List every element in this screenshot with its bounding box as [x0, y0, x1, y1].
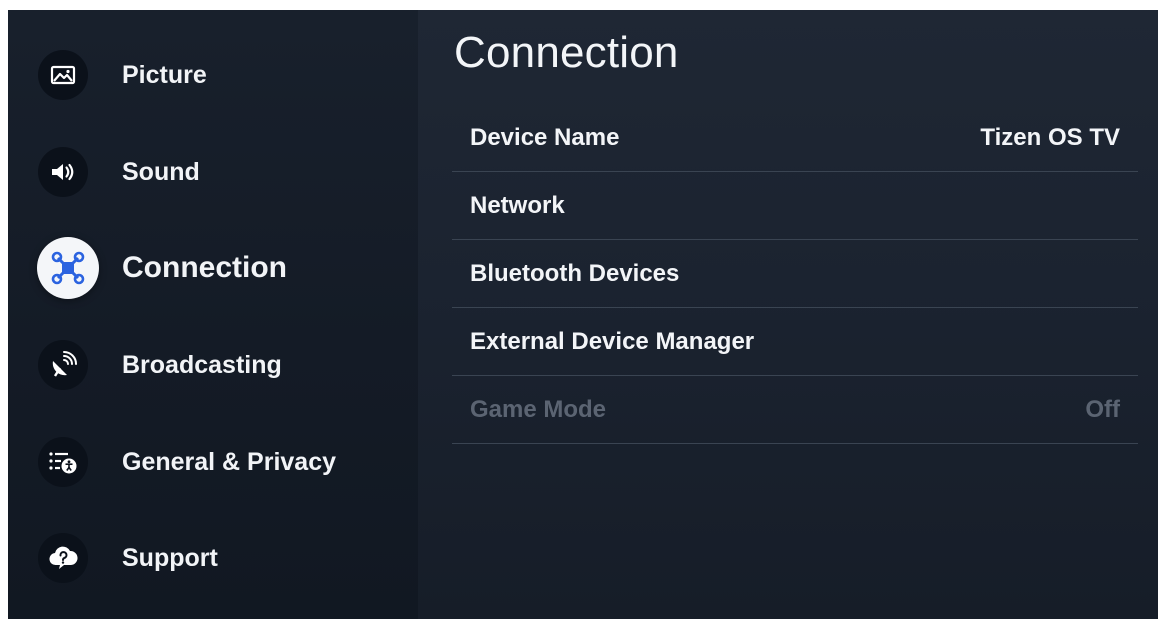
speaker-icon — [38, 147, 88, 197]
sidebar-item-label: Support — [122, 543, 218, 572]
menu-item-game-mode: Game Mode Off — [452, 376, 1138, 444]
menu-item-label: Device Name — [470, 123, 620, 151]
menu-item-value: Off — [1085, 395, 1120, 423]
tv-settings-screen: Picture Sound Connection Broadcasting Ge… — [8, 10, 1158, 619]
menu-item-value: Tizen OS TV — [980, 123, 1120, 151]
satellite-dish-icon — [38, 340, 88, 390]
sidebar-item-picture[interactable]: Picture — [38, 44, 207, 106]
sidebar-item-connection[interactable]: Connection — [37, 237, 287, 299]
menu-item-label: Network — [470, 191, 565, 219]
settings-sidebar: Picture Sound Connection Broadcasting Ge… — [8, 10, 418, 619]
menu-item-label: Game Mode — [470, 395, 607, 423]
sidebar-item-general-privacy[interactable]: General & Privacy — [38, 431, 336, 493]
menu-item-label: Bluetooth Devices — [470, 259, 680, 287]
sidebar-item-label: Picture — [122, 60, 207, 89]
menu-item-label: External Device Manager — [470, 327, 755, 355]
sidebar-item-sound[interactable]: Sound — [38, 141, 200, 203]
sidebar-item-support[interactable]: Support — [38, 527, 218, 589]
page-title: Connection — [454, 28, 679, 77]
menu-item-device-name[interactable]: Device Name Tizen OS TV — [452, 104, 1138, 172]
connection-icon — [37, 237, 99, 299]
help-cloud-icon — [38, 533, 88, 583]
sidebar-item-broadcasting[interactable]: Broadcasting — [38, 334, 282, 396]
sidebar-item-label: General & Privacy — [122, 447, 337, 476]
settings-list: Device Name Tizen OS TV Network Bluetoot… — [452, 104, 1138, 444]
menu-item-network[interactable]: Network — [452, 172, 1138, 240]
menu-item-external-device-manager[interactable]: External Device Manager — [452, 308, 1138, 376]
sidebar-item-label: Connection — [122, 251, 287, 284]
picture-icon — [38, 50, 88, 100]
sidebar-item-label: Broadcasting — [122, 350, 282, 379]
general-privacy-icon — [38, 437, 88, 487]
sidebar-item-label: Sound — [122, 157, 200, 186]
connection-panel: Connection Device Name Tizen OS TV Netwo… — [418, 10, 1158, 619]
menu-item-bluetooth-devices[interactable]: Bluetooth Devices — [452, 240, 1138, 308]
